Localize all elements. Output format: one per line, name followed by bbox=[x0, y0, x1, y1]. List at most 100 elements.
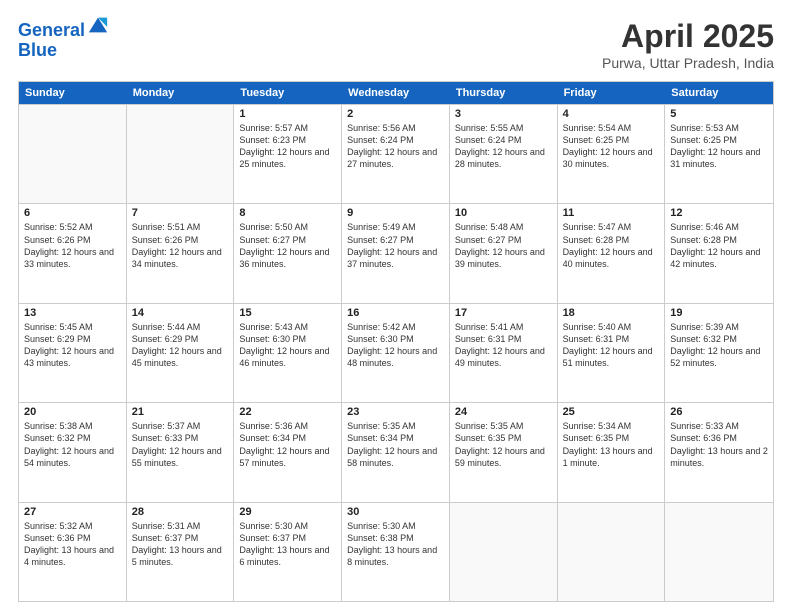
calendar-cell: 15Sunrise: 5:43 AMSunset: 6:30 PMDayligh… bbox=[234, 304, 342, 402]
calendar-cell: 14Sunrise: 5:44 AMSunset: 6:29 PMDayligh… bbox=[127, 304, 235, 402]
calendar-cell: 25Sunrise: 5:34 AMSunset: 6:35 PMDayligh… bbox=[558, 403, 666, 501]
day-number: 11 bbox=[563, 207, 660, 219]
calendar-subtitle: Purwa, Uttar Pradesh, India bbox=[602, 55, 774, 71]
cell-details: Sunrise: 5:30 AMSunset: 6:38 PMDaylight:… bbox=[347, 520, 444, 569]
cell-details: Sunrise: 5:49 AMSunset: 6:27 PMDaylight:… bbox=[347, 221, 444, 270]
day-number: 27 bbox=[24, 506, 121, 518]
logo-text: General bbox=[18, 18, 109, 41]
calendar: SundayMondayTuesdayWednesdayThursdayFrid… bbox=[18, 81, 774, 602]
calendar-cell: 12 Sunrise: 5:46 AMSunset: 6:28 PMDayligh… bbox=[665, 204, 773, 302]
day-number: 13 bbox=[24, 307, 121, 319]
cell-details: Sunrise: 5:32 AMSunset: 6:36 PMDaylight:… bbox=[24, 520, 121, 569]
cell-details: Sunrise: 5:46 AMSunset: 6:28 PMDaylight:… bbox=[670, 221, 768, 270]
calendar-cell: 9 Sunrise: 5:49 AMSunset: 6:27 PMDaylight… bbox=[342, 204, 450, 302]
cell-details: Sunrise: 5:31 AMSunset: 6:37 PMDaylight:… bbox=[132, 520, 229, 569]
cell-details: Sunrise: 5:40 AMSunset: 6:31 PMDaylight:… bbox=[563, 321, 660, 370]
day-number: 28 bbox=[132, 506, 229, 518]
calendar-cell: 7Sunrise: 5:51 AMSunset: 6:26 PMDaylight… bbox=[127, 204, 235, 302]
cell-details: Sunrise: 5:41 AMSunset: 6:31 PMDaylight:… bbox=[455, 321, 552, 370]
calendar-week-3: 20 Sunrise: 5:38 AMSunset: 6:32 PMDayligh… bbox=[19, 402, 773, 501]
cell-details: Sunrise: 5:48 AMSunset: 6:27 PMDaylight:… bbox=[455, 221, 552, 270]
day-number: 21 bbox=[132, 406, 229, 418]
day-number: 10 bbox=[455, 207, 552, 219]
day-number: 26 bbox=[670, 406, 768, 418]
cell-details: Sunrise: 5:43 AMSunset: 6:30 PMDaylight:… bbox=[239, 321, 336, 370]
calendar-cell: 20 Sunrise: 5:38 AMSunset: 6:32 PMDayligh… bbox=[19, 403, 127, 501]
calendar-cell: 8 Sunrise: 5:50 AMSunset: 6:27 PMDaylight… bbox=[234, 204, 342, 302]
calendar-cell: 22 Sunrise: 5:36 AMSunset: 6:34 PMDayligh… bbox=[234, 403, 342, 501]
day-number: 1 bbox=[239, 108, 336, 120]
calendar-cell: 30 Sunrise: 5:30 AMSunset: 6:38 PMDayligh… bbox=[342, 503, 450, 601]
day-header-wednesday: Wednesday bbox=[342, 82, 450, 104]
day-header-thursday: Thursday bbox=[450, 82, 558, 104]
calendar-cell: 28 Sunrise: 5:31 AMSunset: 6:37 PMDayligh… bbox=[127, 503, 235, 601]
cell-details: Sunrise: 5:35 AMSunset: 6:34 PMDaylight:… bbox=[347, 420, 444, 469]
calendar-cell: 19Sunrise: 5:39 AMSunset: 6:32 PMDayligh… bbox=[665, 304, 773, 402]
day-number: 7 bbox=[132, 207, 229, 219]
logo-general: General bbox=[18, 20, 85, 40]
cell-details: Sunrise: 5:52 AMSunset: 6:26 PMDaylight:… bbox=[24, 221, 121, 270]
day-header-sunday: Sunday bbox=[19, 82, 127, 104]
cell-details: Sunrise: 5:45 AMSunset: 6:29 PMDaylight:… bbox=[24, 321, 121, 370]
day-number: 16 bbox=[347, 307, 444, 319]
calendar-cell bbox=[665, 503, 773, 601]
day-number: 9 bbox=[347, 207, 444, 219]
day-number: 18 bbox=[563, 307, 660, 319]
calendar-cell: 5Sunrise: 5:53 AMSunset: 6:25 PMDaylight… bbox=[665, 105, 773, 203]
day-header-friday: Friday bbox=[558, 82, 666, 104]
title-block: April 2025 Purwa, Uttar Pradesh, India bbox=[602, 18, 774, 71]
day-header-saturday: Saturday bbox=[665, 82, 773, 104]
calendar-title: April 2025 bbox=[602, 18, 774, 55]
cell-details: Sunrise: 5:54 AMSunset: 6:25 PMDaylight:… bbox=[563, 122, 660, 171]
calendar-cell bbox=[558, 503, 666, 601]
cell-details: Sunrise: 5:56 AMSunset: 6:24 PMDaylight:… bbox=[347, 122, 444, 171]
day-number: 30 bbox=[347, 506, 444, 518]
calendar-cell bbox=[19, 105, 127, 203]
day-number: 23 bbox=[347, 406, 444, 418]
day-number: 4 bbox=[563, 108, 660, 120]
cell-details: Sunrise: 5:30 AMSunset: 6:37 PMDaylight:… bbox=[239, 520, 336, 569]
calendar-week-0: 1Sunrise: 5:57 AMSunset: 6:23 PMDaylight… bbox=[19, 104, 773, 203]
calendar-cell: 26Sunrise: 5:33 AMSunset: 6:36 PMDayligh… bbox=[665, 403, 773, 501]
calendar-cell: 11Sunrise: 5:47 AMSunset: 6:28 PMDayligh… bbox=[558, 204, 666, 302]
calendar-cell: 29 Sunrise: 5:30 AMSunset: 6:37 PMDayligh… bbox=[234, 503, 342, 601]
day-number: 3 bbox=[455, 108, 552, 120]
calendar-week-2: 13 Sunrise: 5:45 AMSunset: 6:29 PMDayligh… bbox=[19, 303, 773, 402]
cell-details: Sunrise: 5:36 AMSunset: 6:34 PMDaylight:… bbox=[239, 420, 336, 469]
calendar-cell: 23 Sunrise: 5:35 AMSunset: 6:34 PMDayligh… bbox=[342, 403, 450, 501]
day-header-tuesday: Tuesday bbox=[234, 82, 342, 104]
calendar-header-row: SundayMondayTuesdayWednesdayThursdayFrid… bbox=[19, 82, 773, 104]
calendar-cell: 1Sunrise: 5:57 AMSunset: 6:23 PMDaylight… bbox=[234, 105, 342, 203]
day-number: 25 bbox=[563, 406, 660, 418]
day-number: 6 bbox=[24, 207, 121, 219]
day-number: 12 bbox=[670, 207, 768, 219]
calendar-cell: 18 Sunrise: 5:40 AMSunset: 6:31 PMDayligh… bbox=[558, 304, 666, 402]
cell-details: Sunrise: 5:55 AMSunset: 6:24 PMDaylight:… bbox=[455, 122, 552, 171]
day-number: 29 bbox=[239, 506, 336, 518]
day-number: 2 bbox=[347, 108, 444, 120]
day-number: 22 bbox=[239, 406, 336, 418]
calendar-cell: 17Sunrise: 5:41 AMSunset: 6:31 PMDayligh… bbox=[450, 304, 558, 402]
calendar-week-1: 6 Sunrise: 5:52 AMSunset: 6:26 PMDaylight… bbox=[19, 203, 773, 302]
calendar-cell: 27 Sunrise: 5:32 AMSunset: 6:36 PMDayligh… bbox=[19, 503, 127, 601]
cell-details: Sunrise: 5:35 AMSunset: 6:35 PMDaylight:… bbox=[455, 420, 552, 469]
calendar-cell: 16Sunrise: 5:42 AMSunset: 6:30 PMDayligh… bbox=[342, 304, 450, 402]
cell-details: Sunrise: 5:53 AMSunset: 6:25 PMDaylight:… bbox=[670, 122, 768, 171]
logo-icon bbox=[87, 14, 109, 36]
cell-details: Sunrise: 5:37 AMSunset: 6:33 PMDaylight:… bbox=[132, 420, 229, 469]
page: General Blue April 2025 Purwa, Uttar Pra… bbox=[0, 0, 792, 612]
day-number: 20 bbox=[24, 406, 121, 418]
day-number: 19 bbox=[670, 307, 768, 319]
calendar-cell: 4 Sunrise: 5:54 AMSunset: 6:25 PMDaylight… bbox=[558, 105, 666, 203]
cell-details: Sunrise: 5:44 AMSunset: 6:29 PMDaylight:… bbox=[132, 321, 229, 370]
logo: General Blue bbox=[18, 18, 109, 61]
cell-details: Sunrise: 5:50 AMSunset: 6:27 PMDaylight:… bbox=[239, 221, 336, 270]
calendar-cell: 24Sunrise: 5:35 AMSunset: 6:35 PMDayligh… bbox=[450, 403, 558, 501]
day-number: 8 bbox=[239, 207, 336, 219]
cell-details: Sunrise: 5:38 AMSunset: 6:32 PMDaylight:… bbox=[24, 420, 121, 469]
header: General Blue April 2025 Purwa, Uttar Pra… bbox=[18, 18, 774, 71]
calendar-cell: 2 Sunrise: 5:56 AMSunset: 6:24 PMDaylight… bbox=[342, 105, 450, 203]
calendar-cell: 21 Sunrise: 5:37 AMSunset: 6:33 PMDayligh… bbox=[127, 403, 235, 501]
logo-blue: Blue bbox=[18, 41, 109, 61]
calendar-cell: 6 Sunrise: 5:52 AMSunset: 6:26 PMDaylight… bbox=[19, 204, 127, 302]
